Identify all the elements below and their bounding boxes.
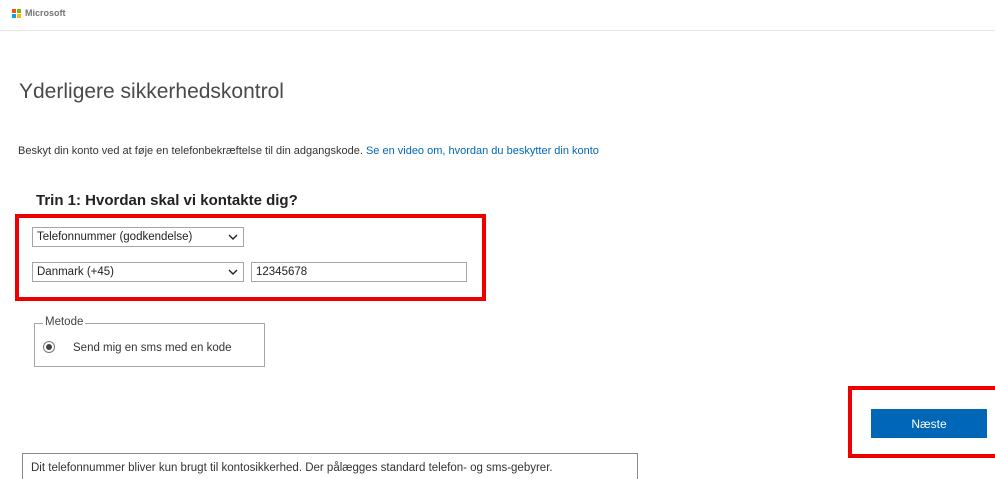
page: Microsoft Yderligere sikkerhedskontrol B… — [0, 0, 995, 479]
radio-selected-dot — [46, 344, 52, 350]
phone-usage-note: Dit telefonnummer bliver kun brugt til k… — [22, 453, 638, 479]
video-link[interactable]: Se en video om, hvordan du beskytter din… — [366, 145, 599, 157]
contact-method-select[interactable]: Telefonnummer (godkendelse) — [32, 227, 244, 247]
method-legend: Metode — [43, 316, 86, 328]
page-title: Yderligere sikkerhedskontrol — [19, 80, 284, 103]
method-fieldset: Metode Send mig en sms med en kode — [34, 316, 265, 367]
header: Microsoft — [0, 0, 995, 31]
next-button[interactable]: Næste — [871, 409, 987, 438]
sms-radio-label[interactable]: Send mig en sms med en kode — [73, 342, 232, 354]
step-title: Trin 1: Hvordan skal vi kontakte dig? — [36, 192, 298, 209]
microsoft-logo: Microsoft — [12, 8, 66, 18]
contact-method-value: Telefonnummer (godkendelse) — [37, 231, 193, 243]
brand-name: Microsoft — [25, 8, 66, 18]
chevron-down-icon — [228, 234, 238, 240]
phone-number-input[interactable] — [251, 262, 467, 282]
sms-radio[interactable] — [43, 341, 55, 353]
chevron-down-icon — [228, 269, 238, 275]
intro-text-block: Beskyt din konto ved at føje en telefonb… — [18, 145, 599, 157]
country-value: Danmark (+45) — [37, 266, 115, 278]
intro-text: Beskyt din konto ved at føje en telefonb… — [18, 145, 363, 157]
country-select[interactable]: Danmark (+45) — [32, 262, 244, 282]
microsoft-logo-icon — [12, 8, 21, 18]
